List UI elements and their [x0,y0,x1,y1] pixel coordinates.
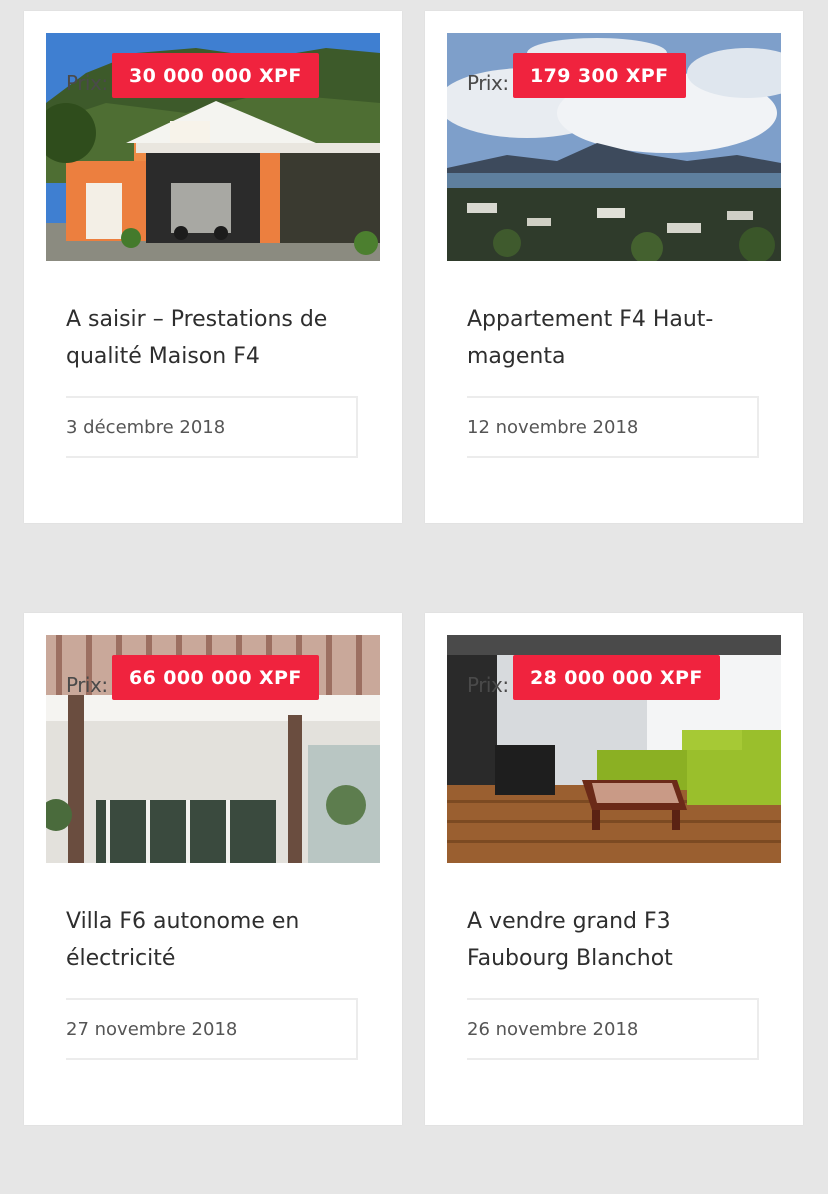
price-prefix-label: Prix: [467,673,509,697]
price-prefix-label: Prix: [66,673,108,697]
price-prefix-label: Prix: [467,71,509,95]
listing-date: 27 novembre 2018 [66,998,358,1060]
price-badge: 179 300 XPF [513,53,686,98]
price-badge: 66 000 000 XPF [112,655,319,700]
price-badge: 28 000 000 XPF [513,655,720,700]
listing-card[interactable]: Prix: 179 300 XPF Appartement F4 Haut-ma… [425,11,803,523]
listing-card[interactable]: Prix: 28 000 000 XPF A vendre grand F3 F… [425,613,803,1125]
listing-date: 12 novembre 2018 [467,396,759,458]
price-prefix-label: Prix: [66,71,108,95]
listing-title[interactable]: Villa F6 autonome en électricité [66,903,366,977]
listing-title[interactable]: A vendre grand F3 Faubourg Blanchot [467,903,767,977]
listing-title[interactable]: Appartement F4 Haut-magenta [467,301,767,375]
listing-date: 26 novembre 2018 [467,998,759,1060]
listing-card[interactable]: Prix: 66 000 000 XPF Villa F6 autonome e… [24,613,402,1125]
price-badge: 30 000 000 XPF [112,53,319,98]
listing-title[interactable]: A saisir – Prestations de qualité Maison… [66,301,366,375]
listing-date: 3 décembre 2018 [66,396,358,458]
listing-card[interactable]: Prix: 30 000 000 XPF A saisir – Prestati… [24,11,402,523]
